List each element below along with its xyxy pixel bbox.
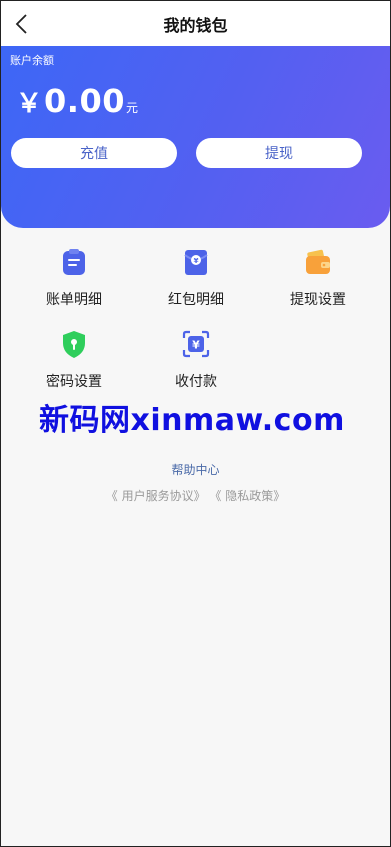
- menu-item-password-settings[interactable]: 密码设置: [24, 329, 124, 391]
- wallet-icon: [306, 249, 330, 274]
- menu-item-withdraw-settings[interactable]: 提现设置: [268, 247, 368, 309]
- policy-links: 《 用户服务协议》 《 隐私政策》: [1, 487, 390, 504]
- balance-value: 0.00: [44, 82, 125, 120]
- red-envelope-yuan-icon: ¥: [184, 250, 208, 275]
- svg-text:¥: ¥: [192, 339, 200, 352]
- shield-icon: [63, 331, 85, 358]
- svg-text:¥: ¥: [194, 257, 199, 265]
- menu-item-bill-details[interactable]: 账单明细: [24, 247, 124, 309]
- balance-label: 账户余额: [10, 54, 54, 67]
- clipboard-icon: [63, 249, 85, 275]
- watermark-text: 新码网xinmaw.com: [39, 403, 345, 438]
- menu-item-label: 密码设置: [46, 374, 102, 390]
- chevron-left-icon[interactable]: [13, 13, 33, 35]
- top-bar: 我的钱包: [1, 1, 390, 46]
- menu-item-label: 账单明细: [46, 292, 102, 308]
- balance-amount: ￥ 0.00 元: [16, 82, 138, 120]
- help-center-link[interactable]: 帮助中心: [1, 461, 390, 478]
- menu-item-label: 提现设置: [290, 292, 346, 308]
- currency-symbol: ￥: [16, 89, 43, 119]
- menu-item-payments[interactable]: ¥ 收付款: [146, 329, 246, 391]
- scan-yuan-icon: ¥: [182, 330, 210, 358]
- menu-grid: 账单明细 ¥ 红包明细 提现设置 密码设置 ¥ 收付款: [1, 228, 390, 408]
- currency-unit: 元: [125, 101, 138, 115]
- user-agreement-link[interactable]: 《 用户服务协议》: [106, 489, 206, 503]
- privacy-policy-link[interactable]: 《 隐私政策》: [209, 489, 285, 503]
- recharge-button[interactable]: 充值: [11, 138, 177, 168]
- withdraw-button[interactable]: 提现: [196, 138, 362, 168]
- menu-item-label: 收付款: [175, 374, 217, 390]
- balance-card: 账户余额 ￥ 0.00 元 充值 提现: [1, 46, 390, 228]
- menu-item-red-packet-details[interactable]: ¥ 红包明细: [146, 247, 246, 309]
- page-title: 我的钱包: [163, 15, 228, 35]
- menu-item-label: 红包明细: [168, 292, 224, 308]
